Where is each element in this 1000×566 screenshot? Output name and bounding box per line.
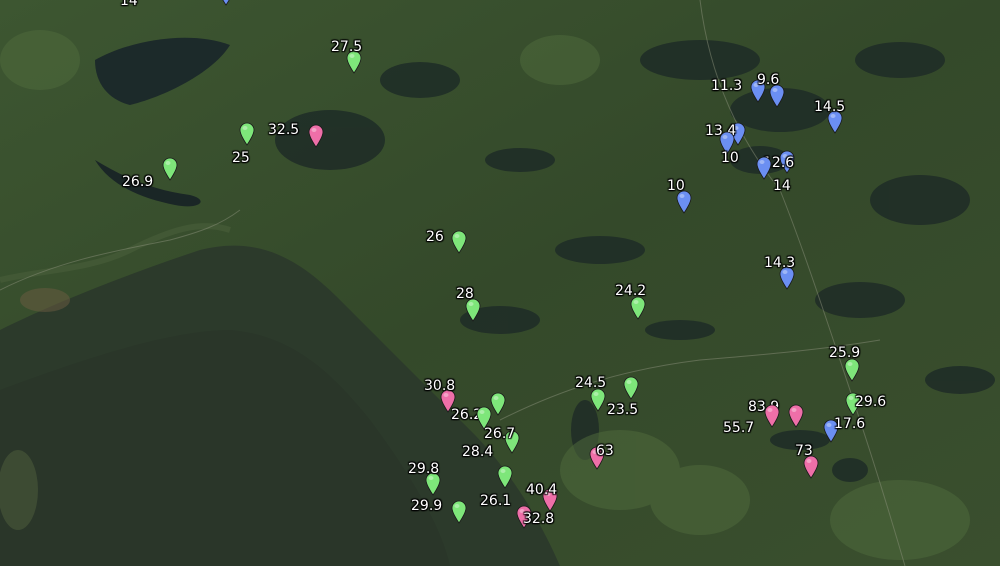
green-marker-pin-icon[interactable] <box>451 230 467 254</box>
blue-marker-pin-icon[interactable] <box>218 0 234 6</box>
green-marker-pin-icon[interactable] <box>623 376 639 400</box>
marker-label: 25.9 <box>829 345 861 361</box>
pink-marker-pin-icon[interactable] <box>308 124 324 148</box>
marker-label: 17.6 <box>834 416 866 432</box>
marker-label: 14 <box>773 178 791 194</box>
marker-label: 30.8 <box>424 378 456 394</box>
marker-label: 14.3 <box>764 255 796 271</box>
marker-label: 14.5 <box>814 99 846 115</box>
marker-label: 32.8 <box>523 511 555 527</box>
marker-label: 26.9 <box>122 174 154 190</box>
marker-label: 24.2 <box>615 283 647 299</box>
marker-label: 25 <box>232 150 250 166</box>
marker-label: 10 <box>721 150 739 166</box>
marker-label: 23.5 <box>607 402 639 418</box>
marker-label: 32.5 <box>268 122 300 138</box>
green-marker-pin-icon[interactable] <box>239 122 255 146</box>
green-marker-pin-icon[interactable] <box>497 465 513 489</box>
green-marker-pin-icon[interactable] <box>844 358 860 382</box>
green-marker-pin-icon[interactable] <box>162 157 178 181</box>
marker-label: 55.7 <box>723 420 755 436</box>
marker-label: 63 <box>596 443 614 459</box>
marker-label: 28.4 <box>462 444 494 460</box>
marker-label: 29.6 <box>855 394 887 410</box>
marker-label: 28 <box>456 286 474 302</box>
marker-label: 29.8 <box>408 461 440 477</box>
marker-label: 40.4 <box>526 482 558 498</box>
marker-label: 24.5 <box>575 375 607 391</box>
marker-label: 26 <box>426 229 444 245</box>
marker-label: 9.6 <box>757 72 780 88</box>
marker-label: 73 <box>795 443 813 459</box>
marker-label: 29.9 <box>411 498 443 514</box>
pink-marker-pin-icon[interactable] <box>764 404 780 428</box>
green-marker-pin-icon[interactable] <box>490 392 506 416</box>
marker-label: 14 <box>120 0 138 9</box>
marker-label: 27.5 <box>331 39 363 55</box>
satellite-map[interactable]: 14 27.5 25 32.5 26.9 11.3 9.6 14.5 13.4 10 12.6 14 1… <box>0 0 1000 566</box>
marker-label: 26.1 <box>480 493 512 509</box>
blue-marker-pin-icon[interactable] <box>756 156 772 180</box>
marker-label: 10 <box>667 178 685 194</box>
green-marker-pin-icon[interactable] <box>476 406 492 430</box>
marker-label: 11.3 <box>711 78 743 94</box>
green-marker-pin-icon[interactable] <box>590 388 606 412</box>
pink-marker-pin-icon[interactable] <box>788 404 804 428</box>
green-marker-pin-icon[interactable] <box>451 500 467 524</box>
green-marker-pin-icon[interactable] <box>630 296 646 320</box>
